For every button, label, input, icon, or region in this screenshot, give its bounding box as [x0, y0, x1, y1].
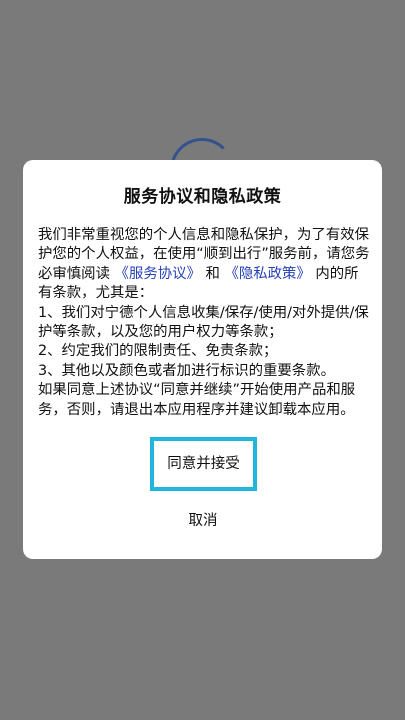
agree-button[interactable]: 同意并接受: [156, 443, 251, 485]
closing-text: 如果同意上述协议“同意并继续”开始使用产品和服务，否则，请退出本应用程序并建议卸…: [38, 382, 356, 418]
cancel-button[interactable]: 取消: [153, 506, 253, 536]
dialog-title: 服务协议和隐私政策: [123, 187, 282, 207]
screen: 服务协议和隐私政策 我们非常重视您的个人信息和隐私保护，为了有效保护您的个人权益…: [0, 0, 405, 720]
service-agreement-link[interactable]: 《服务协议》: [115, 266, 201, 282]
agreement-dialog: 服务协议和隐私政策 我们非常重视您的个人信息和隐私保护，为了有效保护您的个人权益…: [23, 160, 382, 559]
and-text: 和: [205, 265, 225, 282]
dialog-body: 我们非常重视您的个人信息和隐私保护，为了有效保护您的个人权益，在使用“顺到出行”…: [38, 226, 371, 420]
clause-item-1: 1、我们对宁德个人信息收集/保存/使用/对外提供/保护等条款，以及您的用户权力等…: [38, 304, 369, 341]
clause-item-2: 2、约定我们的限制责任、免责条款；: [38, 343, 278, 360]
privacy-policy-link[interactable]: 《隐私政策》: [224, 266, 310, 282]
clause-item-3: 3、其他以及颜色或者加进行标识的重要条款。: [38, 362, 335, 379]
